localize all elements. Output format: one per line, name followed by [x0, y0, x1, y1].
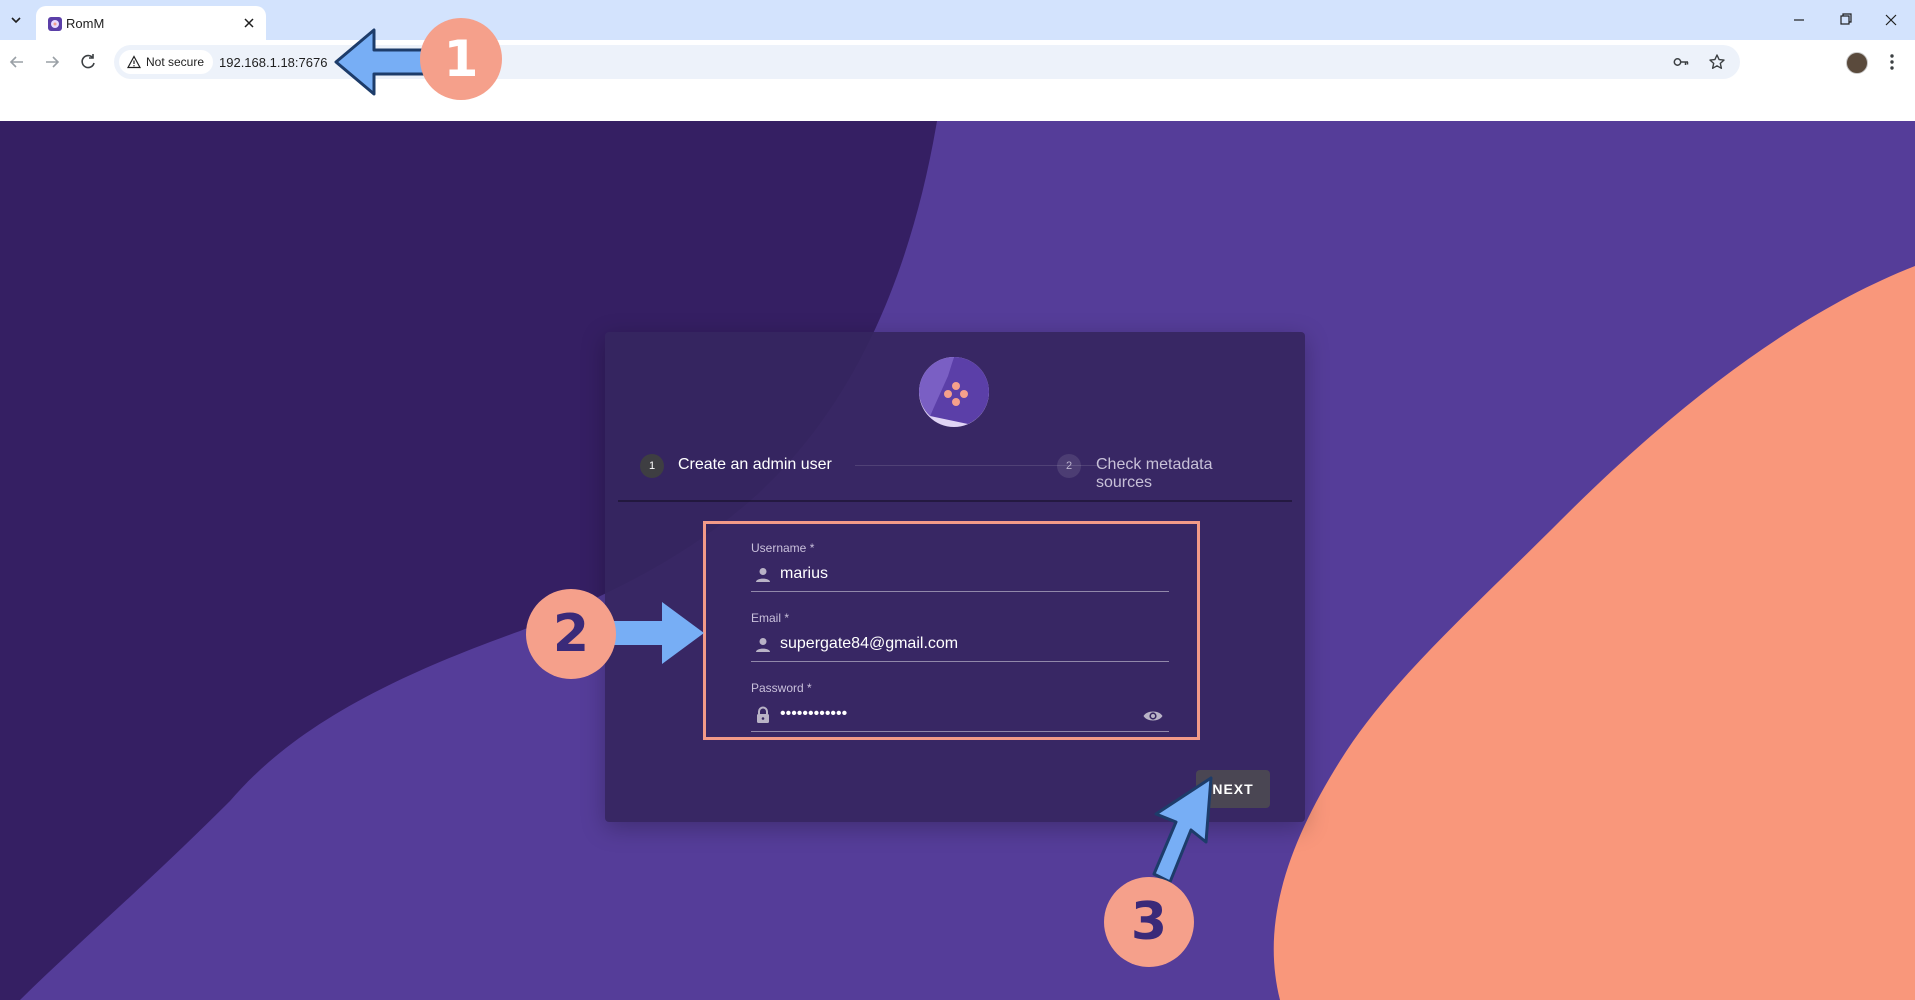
romm-logo-icon — [918, 356, 990, 428]
arrow-icon — [1152, 776, 1213, 884]
forward-icon[interactable] — [40, 50, 64, 74]
person-icon — [756, 638, 770, 652]
email-field: Email * — [745, 611, 1169, 663]
maximize-icon[interactable] — [1822, 6, 1868, 34]
close-window-icon[interactable] — [1868, 6, 1914, 34]
annotation-badge-2: 2 — [526, 589, 616, 679]
email-input[interactable] — [780, 631, 1140, 657]
username-underline — [751, 591, 1169, 592]
minimize-icon[interactable] — [1776, 6, 1822, 34]
page-content: 1 Create an admin user 2 Check metadata … — [0, 121, 1915, 1000]
security-label: Not secure — [146, 55, 205, 69]
arrow-icon — [334, 28, 430, 96]
divider — [618, 500, 1292, 502]
security-chip[interactable]: Not secure — [119, 50, 214, 74]
browser-toolbar: Not secure 192.168.1.18:7676 — [0, 40, 1915, 121]
arrow-icon — [612, 602, 704, 664]
username-label: Username * — [751, 541, 815, 555]
key-icon[interactable] — [1672, 53, 1690, 71]
back-icon[interactable] — [5, 50, 29, 74]
username-input[interactable] — [780, 561, 1140, 587]
avatar[interactable] — [1846, 52, 1868, 74]
password-underline — [751, 731, 1169, 732]
close-icon[interactable] — [240, 14, 258, 32]
email-label: Email * — [751, 611, 790, 625]
stepper: 1 Create an admin user 2 Check metadata … — [640, 451, 1270, 491]
step-2-label[interactable]: Check metadata sources — [1096, 456, 1270, 492]
password-label: Password * — [751, 681, 812, 695]
tab-search-icon[interactable] — [5, 9, 27, 31]
username-field: Username * — [745, 541, 1169, 593]
password-input[interactable] — [780, 701, 1140, 727]
step-1-label[interactable]: Create an admin user — [678, 456, 832, 474]
password-field: Password * — [745, 681, 1169, 733]
romm-favicon-icon — [47, 16, 63, 32]
browser-tab[interactable]: RomM — [36, 6, 266, 40]
tab-title: RomM — [66, 16, 105, 31]
step-1-number: 1 — [640, 454, 664, 478]
eye-icon[interactable] — [1142, 705, 1164, 727]
tab-strip: RomM — [0, 0, 1915, 40]
reload-icon[interactable] — [76, 50, 100, 74]
annotation-badge-3: 3 — [1104, 877, 1194, 967]
warning-icon — [127, 55, 141, 69]
setup-card: 1 Create an admin user 2 Check metadata … — [605, 332, 1305, 822]
annotation-badge-1: 1 — [420, 18, 502, 100]
url-text[interactable]: 192.168.1.18:7676 — [219, 55, 327, 70]
star-icon[interactable] — [1708, 53, 1726, 71]
person-icon — [756, 568, 770, 582]
kebab-menu-icon[interactable] — [1882, 52, 1902, 72]
step-2-number: 2 — [1057, 454, 1081, 478]
email-underline — [751, 661, 1169, 662]
lock-icon — [757, 706, 769, 723]
